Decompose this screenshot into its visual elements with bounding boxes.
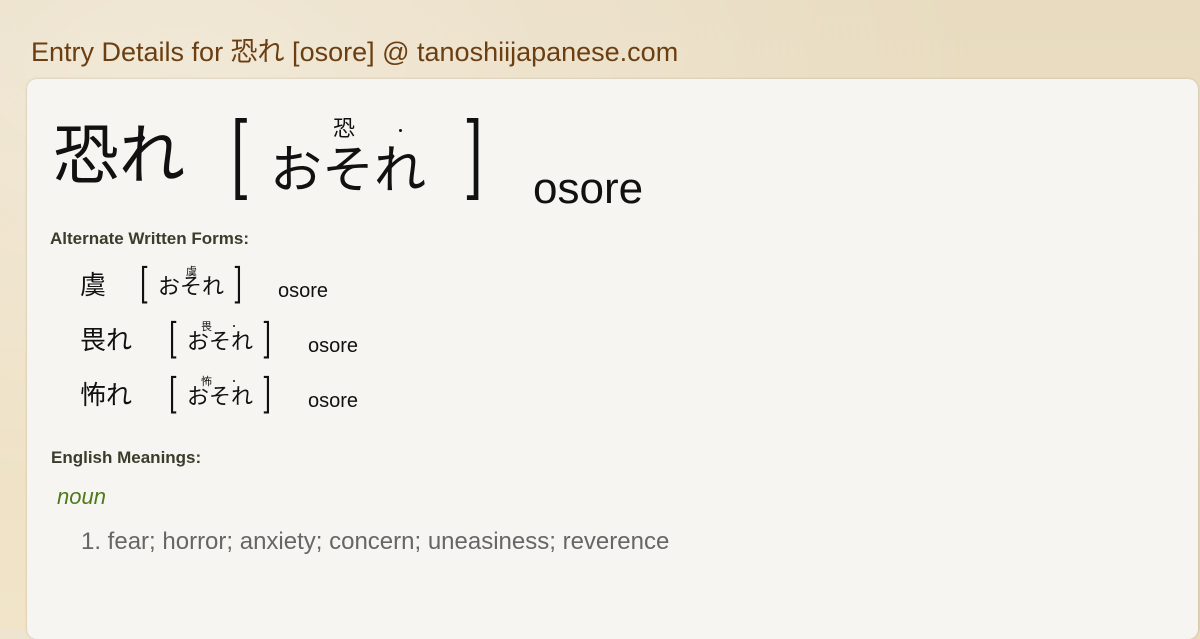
main-kanji: 恐れ xyxy=(53,117,185,194)
alternate-form-kanji: 怖れ xyxy=(80,381,133,411)
alternate-form-item: 畏れ [ 畏 おそれ ] osore xyxy=(80,318,680,363)
main-okurigana-dot xyxy=(399,129,402,132)
alternate-form-kanji: 畏れ xyxy=(80,326,133,356)
alternate-form-romaji: osore xyxy=(278,280,329,302)
main-kana: おそれ xyxy=(270,141,427,201)
main-entry: 恐れ [ 恐 おそれ ] osore xyxy=(53,101,953,211)
alternate-form-kanji: 虞 xyxy=(80,271,107,301)
main-furigana: 恐 xyxy=(333,117,356,142)
alternate-form-romaji: osore xyxy=(308,335,359,357)
alternate-form-kana: おそれ xyxy=(158,275,225,300)
alternate-form-kana: おそれ xyxy=(187,330,254,355)
entry-card: 恐れ [ 恐 おそれ ] osore Alternate Written For… xyxy=(27,79,1198,639)
main-close-bracket: ] xyxy=(463,103,483,210)
alternate-form-romaji: osore xyxy=(308,390,359,412)
page-title: Entry Details for 恐れ [osore] @ tanoshiij… xyxy=(31,37,679,67)
alternate-form-okurigana-dot xyxy=(233,380,235,382)
main-romaji: osore xyxy=(533,164,644,213)
alternate-forms-label: Alternate Written Forms: xyxy=(50,229,249,248)
alternate-form-close-bracket: ] xyxy=(233,259,243,308)
alternate-form-open-bracket: [ xyxy=(140,259,150,308)
alternate-form-open-bracket: [ xyxy=(169,314,179,363)
alternate-form-open-bracket: [ xyxy=(169,369,179,418)
meaning-item: 1. fear; horror; anxiety; concern; uneas… xyxy=(81,528,670,555)
alternate-form-close-bracket: ] xyxy=(262,369,272,418)
alternate-form-kana: おそれ xyxy=(187,385,254,410)
meaning-list: 1. fear; horror; anxiety; concern; uneas… xyxy=(81,528,669,557)
alternate-form-close-bracket: ] xyxy=(262,314,272,363)
part-of-speech: noun xyxy=(57,484,106,509)
main-open-bracket: [ xyxy=(231,103,251,210)
english-meanings-label: English Meanings: xyxy=(51,448,202,467)
alternate-form-item: 怖れ [ 怖 おそれ ] osore xyxy=(80,373,680,418)
alternate-form-item: 虞 [ 虞 おそれ ] osore xyxy=(80,263,680,308)
alternate-form-okurigana-dot xyxy=(233,325,235,327)
